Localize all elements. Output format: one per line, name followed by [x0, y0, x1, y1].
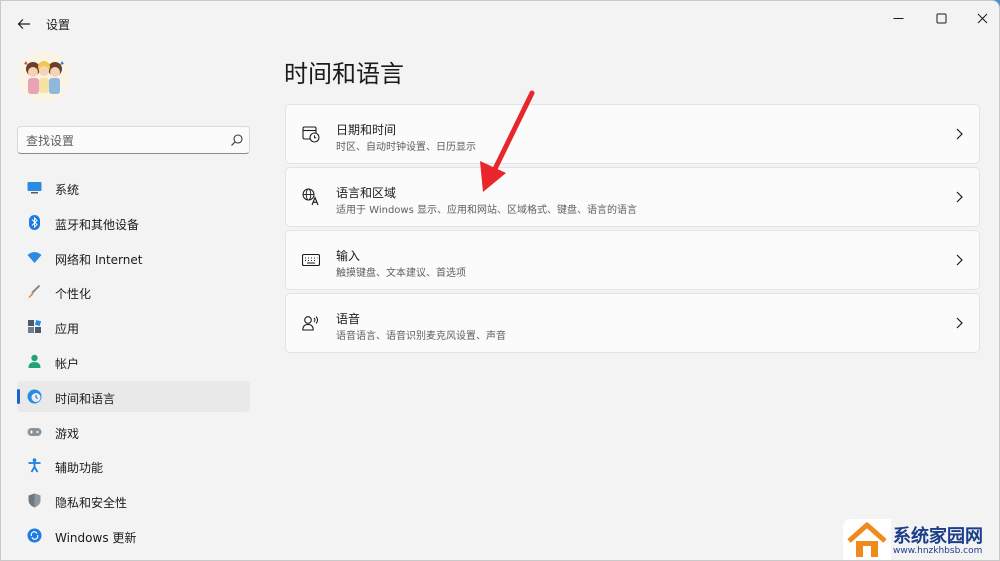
card-date-time[interactable]: 日期和时间 时区、自动时钟设置、日历显示: [285, 104, 980, 164]
search-box[interactable]: [17, 126, 250, 154]
maximize-icon: [936, 13, 946, 23]
sidebar-item-label: 辅助功能: [55, 461, 104, 476]
card-title: 语言和区域: [336, 186, 397, 200]
keyboard-icon: [302, 253, 320, 267]
minimize-icon: [893, 17, 903, 19]
minimize-button[interactable]: [883, 7, 913, 29]
sidebar-item-label: 应用: [55, 322, 80, 337]
sidebar-item-network[interactable]: 网络和 Internet: [17, 242, 250, 273]
house-logo-icon: [847, 522, 887, 557]
settings-window: 设置 查找设置 系统 蓝牙和其他设备 网络和 Internet 个性化 应用 帐…: [0, 0, 1000, 561]
bluetooth-icon: [29, 214, 40, 230]
sidebar-item-label: 隐私和安全性: [55, 496, 128, 511]
gamepad-icon: [27, 427, 42, 436]
card-subtitle: 触摸键盘、文本建议、首选项: [336, 268, 466, 279]
card-title: 语音: [336, 312, 361, 326]
calendar-clock-icon: [302, 126, 320, 143]
sidebar-item-gaming[interactable]: 游戏: [17, 416, 250, 447]
person-icon: [28, 354, 41, 368]
sidebar-item-windows-update[interactable]: Windows 更新: [17, 520, 250, 551]
card-speech[interactable]: 语音 语音语言、语音识别麦克风设置、声音: [285, 293, 980, 353]
sidebar-item-label: 个性化: [55, 287, 92, 302]
speech-icon: [302, 316, 319, 331]
apps-icon: [28, 320, 42, 334]
close-button[interactable]: [967, 7, 997, 29]
sidebar-item-time-language[interactable]: 时间和语言: [17, 380, 250, 412]
watermark-logo: [843, 519, 891, 560]
watermark: 系统家园网 www.hnzkhbsb.com: [843, 519, 999, 560]
card-title: 日期和时间: [336, 123, 397, 137]
card-subtitle: 语音语言、语音识别麦克风设置、声音: [336, 331, 506, 342]
sidebar-item-label: 时间和语言: [55, 391, 116, 406]
sidebar-item-accessibility[interactable]: 辅助功能: [17, 450, 250, 481]
sidebar-nav: 系统 蓝牙和其他设备 网络和 Internet 个性化 应用 帐户 时间和语言 …: [17, 172, 250, 555]
sidebar-item-personalization[interactable]: 个性化: [17, 276, 250, 307]
sidebar-item-label: 帐户: [55, 356, 80, 371]
sidebar-item-apps[interactable]: 应用: [17, 311, 250, 342]
card-typing[interactable]: 输入 触摸键盘、文本建议、首选项: [285, 230, 980, 290]
app-title: 设置: [46, 18, 71, 32]
update-icon: [27, 528, 42, 543]
arrow-left-icon: [17, 19, 30, 29]
search-icon[interactable]: [230, 133, 244, 147]
sidebar-item-privacy[interactable]: 隐私和安全性: [17, 485, 250, 516]
globe-clock-icon: [27, 389, 42, 404]
chevron-right-icon: [956, 254, 963, 266]
sidebar-item-accounts[interactable]: 帐户: [17, 346, 250, 377]
chevron-right-icon: [956, 128, 963, 140]
annotation-arrow-icon: [480, 90, 535, 192]
chevron-right-icon: [956, 191, 963, 203]
watermark-url: www.hnzkhbsb.com: [893, 546, 983, 556]
watermark-name: 系统家园网: [893, 526, 983, 547]
avatar[interactable]: [18, 51, 70, 103]
maximize-button[interactable]: [926, 7, 956, 29]
shield-icon: [28, 493, 41, 508]
card-title: 输入: [336, 249, 361, 263]
search-input[interactable]: [26, 132, 216, 149]
sidebar-item-label: 游戏: [55, 426, 80, 441]
accessibility-icon: [28, 458, 41, 473]
settings-card-list: 日期和时间 时区、自动时钟设置、日历显示 语言和区域 适用于 Windows 显…: [285, 104, 980, 356]
sidebar-item-label: Windows 更新: [55, 530, 137, 545]
page-title: 时间和语言: [284, 60, 404, 88]
sidebar-item-label: 网络和 Internet: [55, 252, 143, 267]
card-subtitle: 时区、自动时钟设置、日历显示: [336, 142, 476, 153]
sidebar-item-bluetooth[interactable]: 蓝牙和其他设备: [17, 207, 250, 238]
sidebar-item-label: 系统: [55, 183, 80, 197]
sidebar-item-system[interactable]: 系统: [17, 172, 250, 203]
card-subtitle: 适用于 Windows 显示、应用和网站、区域格式、键盘、语言的语言: [336, 205, 637, 216]
sidebar-item-label: 蓝牙和其他设备: [55, 217, 140, 232]
title-bar: 设置: [1, 1, 999, 45]
chevron-right-icon: [956, 317, 963, 329]
brush-icon: [28, 285, 41, 299]
close-icon: [977, 13, 987, 23]
wifi-icon: [27, 251, 42, 263]
back-button[interactable]: [11, 11, 37, 37]
avatar-image: [18, 51, 70, 103]
card-language-region[interactable]: 语言和区域 适用于 Windows 显示、应用和网站、区域格式、键盘、语言的语言: [285, 167, 980, 227]
monitor-icon: [27, 182, 42, 194]
language-icon: [302, 188, 319, 206]
